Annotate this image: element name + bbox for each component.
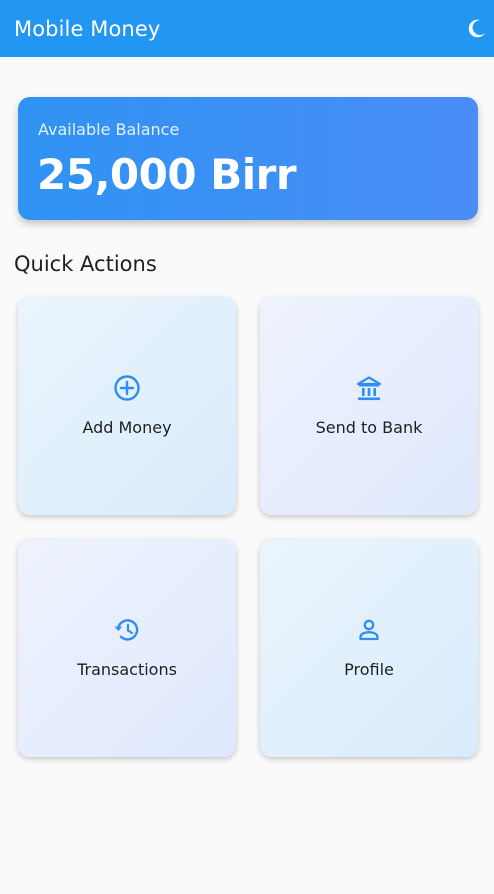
moon-icon[interactable] bbox=[466, 17, 488, 39]
app-title: Mobile Money bbox=[14, 17, 161, 41]
balance-amount: 25,000 Birr bbox=[37, 150, 297, 199]
balance-card: Available Balance 25,000 Birr bbox=[18, 97, 478, 220]
bank-icon bbox=[355, 374, 383, 402]
add-circle-icon bbox=[113, 374, 141, 402]
transactions-label: Transactions bbox=[77, 660, 177, 679]
send-to-bank-label: Send to Bank bbox=[315, 418, 423, 437]
history-icon bbox=[113, 616, 141, 644]
app-bar: Mobile Money bbox=[0, 0, 494, 57]
profile-button[interactable]: Profile bbox=[260, 539, 478, 757]
add-money-label: Add Money bbox=[82, 418, 172, 437]
quick-actions-title: Quick Actions bbox=[14, 252, 157, 276]
send-to-bank-button[interactable]: Send to Bank bbox=[260, 297, 478, 515]
person-icon bbox=[355, 616, 383, 644]
add-money-button[interactable]: Add Money bbox=[18, 297, 236, 515]
balance-label: Available Balance bbox=[38, 120, 180, 139]
profile-label: Profile bbox=[344, 660, 394, 679]
transactions-button[interactable]: Transactions bbox=[18, 539, 236, 757]
